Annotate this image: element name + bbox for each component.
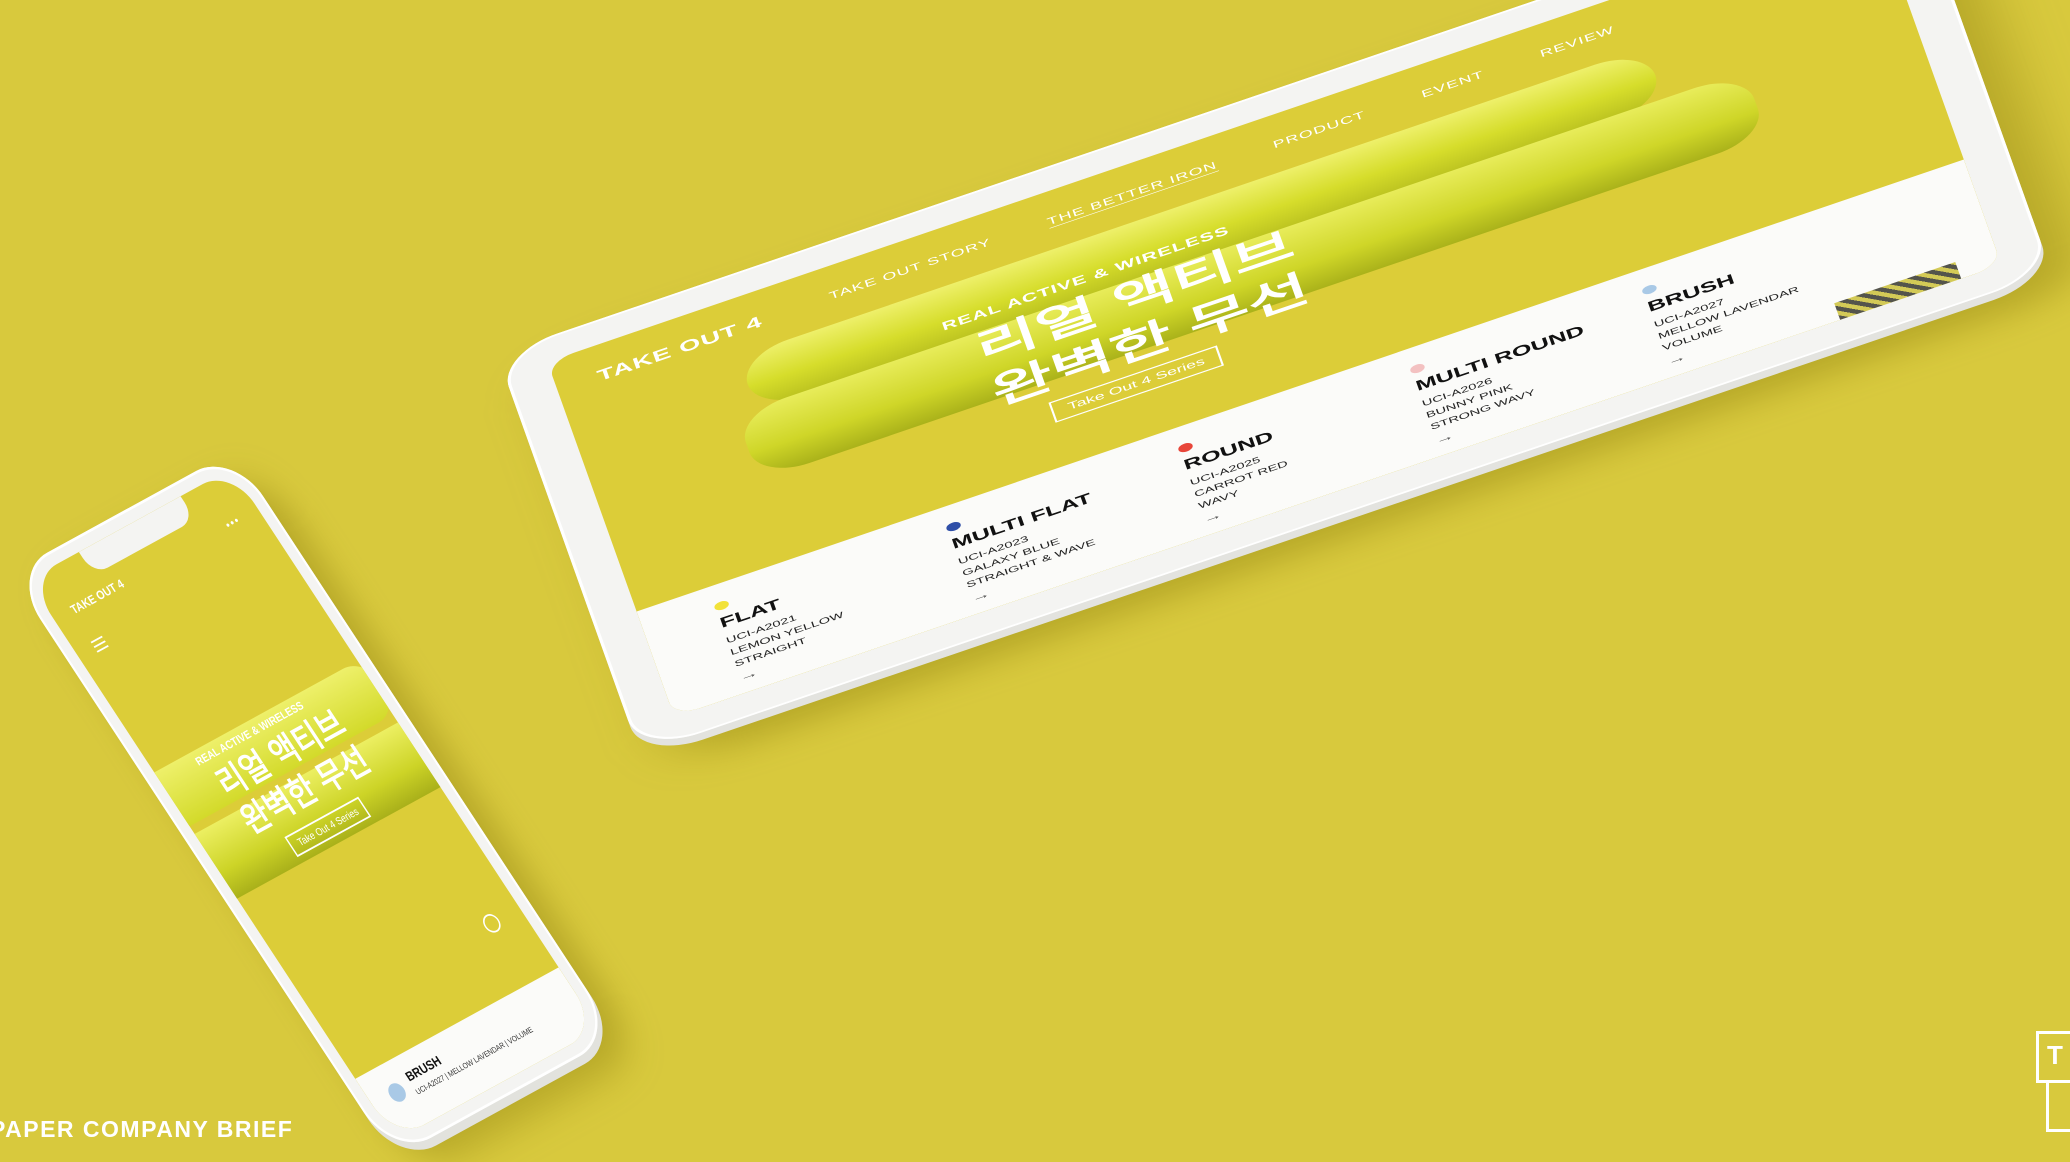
tablet-device: TAKE OUT 4 TAKE OUT STORY THE BETTER IRO… (497, 0, 2070, 766)
nav-event[interactable]: EVENT (1420, 68, 1486, 100)
site-logo[interactable]: TAKE OUT 4 (68, 576, 127, 616)
nav-review[interactable]: REVIEW (1538, 24, 1616, 60)
nav-product[interactable]: PRODUCT (1271, 109, 1367, 151)
mockup-scene: TAKE OUT 4 TAKE OUT STORY THE BETTER IRO… (0, 0, 2070, 1162)
color-dot (713, 599, 731, 612)
phone-device: TAKE OUT 4 ••• REAL ACTIVE & WIRELESS 리얼… (10, 450, 645, 1162)
more-icon[interactable]: ••• (222, 512, 243, 531)
color-dot (1409, 362, 1426, 375)
scroll-indicator-icon[interactable] (479, 911, 505, 936)
color-dot (1640, 283, 1658, 296)
color-dot (384, 1080, 410, 1105)
hamburger-menu-icon[interactable] (90, 635, 111, 656)
brand-caption: PAPER COMPANY BRIEF (0, 1116, 294, 1142)
brand-badge-logo: T (2036, 1031, 2070, 1083)
color-dot (1177, 441, 1194, 454)
brand-badge-frame (2046, 1080, 2070, 1132)
color-dot (945, 520, 963, 533)
